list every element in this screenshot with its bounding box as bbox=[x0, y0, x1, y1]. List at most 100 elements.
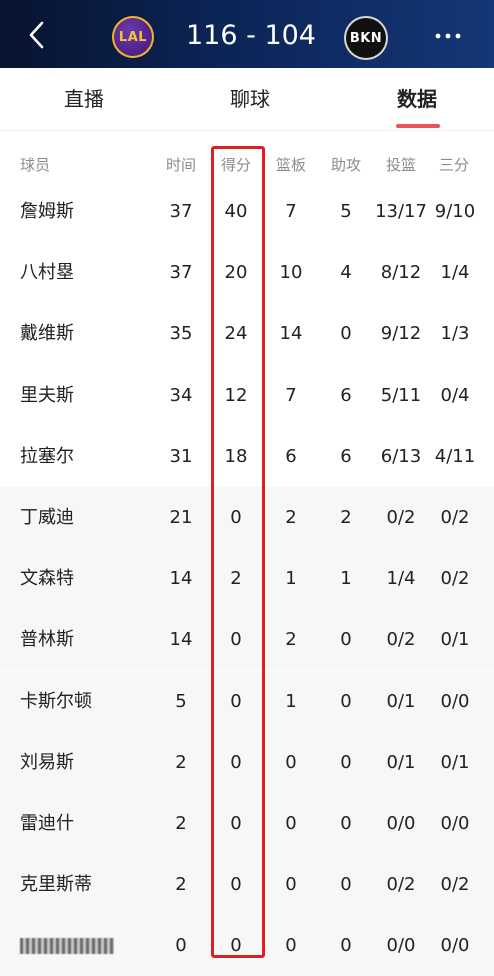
player-row[interactable]: 詹姆斯 37 40 7 5 13/17 9/10 bbox=[0, 181, 494, 242]
cell-points: 0 bbox=[230, 813, 242, 834]
cell-rebounds: 2 bbox=[285, 507, 297, 528]
cell-points: 2 bbox=[230, 568, 242, 590]
cell-minutes: 2 bbox=[175, 813, 187, 834]
cell-rebounds: 1 bbox=[285, 568, 297, 590]
cell-assists: 0 bbox=[340, 813, 352, 834]
tab-stats[interactable]: 数据 bbox=[357, 84, 477, 114]
cell-assists: 0 bbox=[340, 323, 352, 345]
cell-field-goals: 5/11 bbox=[380, 384, 422, 406]
player-row[interactable]: 戴维斯 35 24 14 0 9/12 1/3 bbox=[0, 303, 494, 364]
away-team-abbr: BKN bbox=[349, 30, 383, 46]
column-header-three-pointers[interactable]: 三分 bbox=[432, 154, 476, 178]
player-name[interactable]: 八村塁 bbox=[20, 242, 160, 303]
cell-rebounds: 2 bbox=[285, 629, 297, 651]
more-dots-icon bbox=[435, 33, 461, 39]
column-header-field-goals[interactable]: 投篮 bbox=[379, 154, 423, 178]
player-name[interactable]: 丁威迪 bbox=[20, 487, 160, 548]
cell-rebounds: 1 bbox=[285, 690, 297, 712]
player-row[interactable]: 里夫斯 34 12 7 6 5/11 0/4 bbox=[0, 365, 494, 426]
cell-minutes: 14 bbox=[169, 568, 193, 590]
obscured-name-mark bbox=[20, 938, 114, 955]
player-name[interactable]: 詹姆斯 bbox=[20, 181, 160, 242]
cell-field-goals: 0/1 bbox=[386, 690, 416, 712]
cell-assists: 6 bbox=[340, 384, 352, 406]
player-name[interactable]: 里夫斯 bbox=[20, 365, 160, 426]
player-name[interactable]: 雷迪什 bbox=[20, 793, 160, 854]
cell-assists: 0 bbox=[340, 629, 352, 651]
player-row[interactable]: 雷迪什 2 0 0 0 0/0 0/0 bbox=[0, 793, 494, 854]
player-name[interactable]: 戴维斯 bbox=[20, 303, 160, 364]
player-row[interactable]: 刘易斯 2 0 0 0 0/1 0/1 bbox=[0, 731, 494, 793]
column-header-rebounds[interactable]: 篮板 bbox=[271, 154, 311, 178]
cell-minutes: 2 bbox=[175, 874, 187, 896]
cell-field-goals: 6/13 bbox=[380, 445, 422, 467]
home-team-logo[interactable]: LAL bbox=[112, 16, 154, 58]
tabs-divider bbox=[0, 130, 494, 131]
cell-field-goals: 0/0 bbox=[386, 813, 416, 834]
tab-chat[interactable]: 聊球 bbox=[190, 84, 310, 114]
column-header-player: 球员 bbox=[20, 156, 51, 174]
chevron-left-icon bbox=[29, 21, 44, 49]
cell-assists: 0 bbox=[340, 690, 352, 712]
player-name[interactable]: 刘易斯 bbox=[20, 732, 160, 793]
cell-field-goals: 0/1 bbox=[386, 751, 416, 773]
cell-points: 20 bbox=[224, 262, 248, 284]
column-header-assists[interactable]: 助攻 bbox=[326, 154, 366, 178]
player-row[interactable]: 八村塁 37 20 10 4 8/12 1/4 bbox=[0, 242, 494, 303]
cell-points: 0 bbox=[230, 629, 242, 651]
player-name[interactable]: 拉塞尔 bbox=[20, 426, 160, 487]
cell-rebounds: 0 bbox=[285, 874, 297, 896]
cell-rebounds: 0 bbox=[285, 751, 297, 773]
cell-assists: 1 bbox=[340, 568, 352, 590]
player-name[interactable]: 普林斯 bbox=[20, 609, 160, 670]
cell-assists: 0 bbox=[340, 874, 352, 896]
cell-field-goals: 0/2 bbox=[386, 874, 416, 896]
column-header-points[interactable]: 得分 bbox=[216, 154, 256, 178]
home-team-abbr: LAL bbox=[118, 29, 148, 45]
cell-three-pointers: 0/2 bbox=[440, 568, 470, 590]
player-row[interactable]: 普林斯 14 0 2 0 0/2 0/1 bbox=[0, 609, 494, 671]
cell-points: 0 bbox=[230, 751, 242, 773]
cell-three-pointers: 1/4 bbox=[440, 262, 470, 284]
cell-minutes: 37 bbox=[169, 262, 193, 284]
tab-live[interactable]: 直播 bbox=[24, 84, 144, 114]
cell-rebounds: 14 bbox=[279, 323, 303, 345]
more-button[interactable] bbox=[428, 24, 468, 48]
away-team-logo[interactable]: BKN bbox=[344, 16, 388, 60]
cell-rebounds: 7 bbox=[285, 384, 297, 406]
back-button[interactable] bbox=[24, 18, 52, 52]
cell-rebounds: 0 bbox=[285, 813, 297, 834]
player-name-obscured[interactable] bbox=[20, 915, 160, 976]
active-tab-indicator bbox=[396, 124, 440, 128]
column-header-minutes[interactable]: 时间 bbox=[161, 154, 201, 178]
cell-three-pointers: 9/10 bbox=[434, 201, 476, 222]
cell-minutes: 0 bbox=[175, 935, 187, 957]
player-row[interactable]: 丁威迪 21 0 2 2 0/2 0/2 bbox=[0, 487, 494, 548]
game-header: LAL 116 - 104 BKN bbox=[0, 0, 494, 68]
cell-three-pointers: 0/1 bbox=[440, 751, 470, 773]
game-score: 116 - 104 bbox=[186, 20, 316, 51]
player-name[interactable]: 卡斯尔顿 bbox=[20, 671, 160, 732]
cell-points: 12 bbox=[224, 384, 248, 406]
cell-minutes: 31 bbox=[169, 445, 193, 467]
cell-assists: 0 bbox=[340, 751, 352, 773]
tab-bar: 直播 聊球 数据 bbox=[0, 68, 494, 130]
cell-three-pointers: 1/3 bbox=[440, 323, 470, 345]
player-row[interactable]: 拉塞尔 31 18 6 6 6/13 4/11 bbox=[0, 426, 494, 487]
player-row[interactable]: 克里斯蒂 2 0 0 0 0/2 0/2 bbox=[0, 854, 494, 916]
cell-three-pointers: 0/0 bbox=[440, 690, 470, 712]
cell-points: 24 bbox=[224, 323, 248, 345]
player-row[interactable]: 卡斯尔顿 5 0 1 0 0/1 0/0 bbox=[0, 670, 494, 732]
player-row[interactable]: 0 0 0 0 0/0 0/0 bbox=[0, 915, 494, 976]
player-row[interactable]: 文森特 14 2 1 1 1/4 0/2 bbox=[0, 548, 494, 610]
cell-points: 40 bbox=[224, 201, 248, 222]
cell-minutes: 2 bbox=[175, 751, 187, 773]
cell-points: 0 bbox=[230, 690, 242, 712]
cell-field-goals: 8/12 bbox=[380, 262, 422, 284]
player-name[interactable]: 文森特 bbox=[20, 548, 160, 609]
cell-assists: 2 bbox=[340, 507, 352, 528]
cell-minutes: 21 bbox=[169, 507, 193, 528]
cell-three-pointers: 0/4 bbox=[440, 384, 470, 406]
player-name[interactable]: 克里斯蒂 bbox=[20, 854, 160, 915]
cell-three-pointers: 0/2 bbox=[440, 874, 470, 896]
